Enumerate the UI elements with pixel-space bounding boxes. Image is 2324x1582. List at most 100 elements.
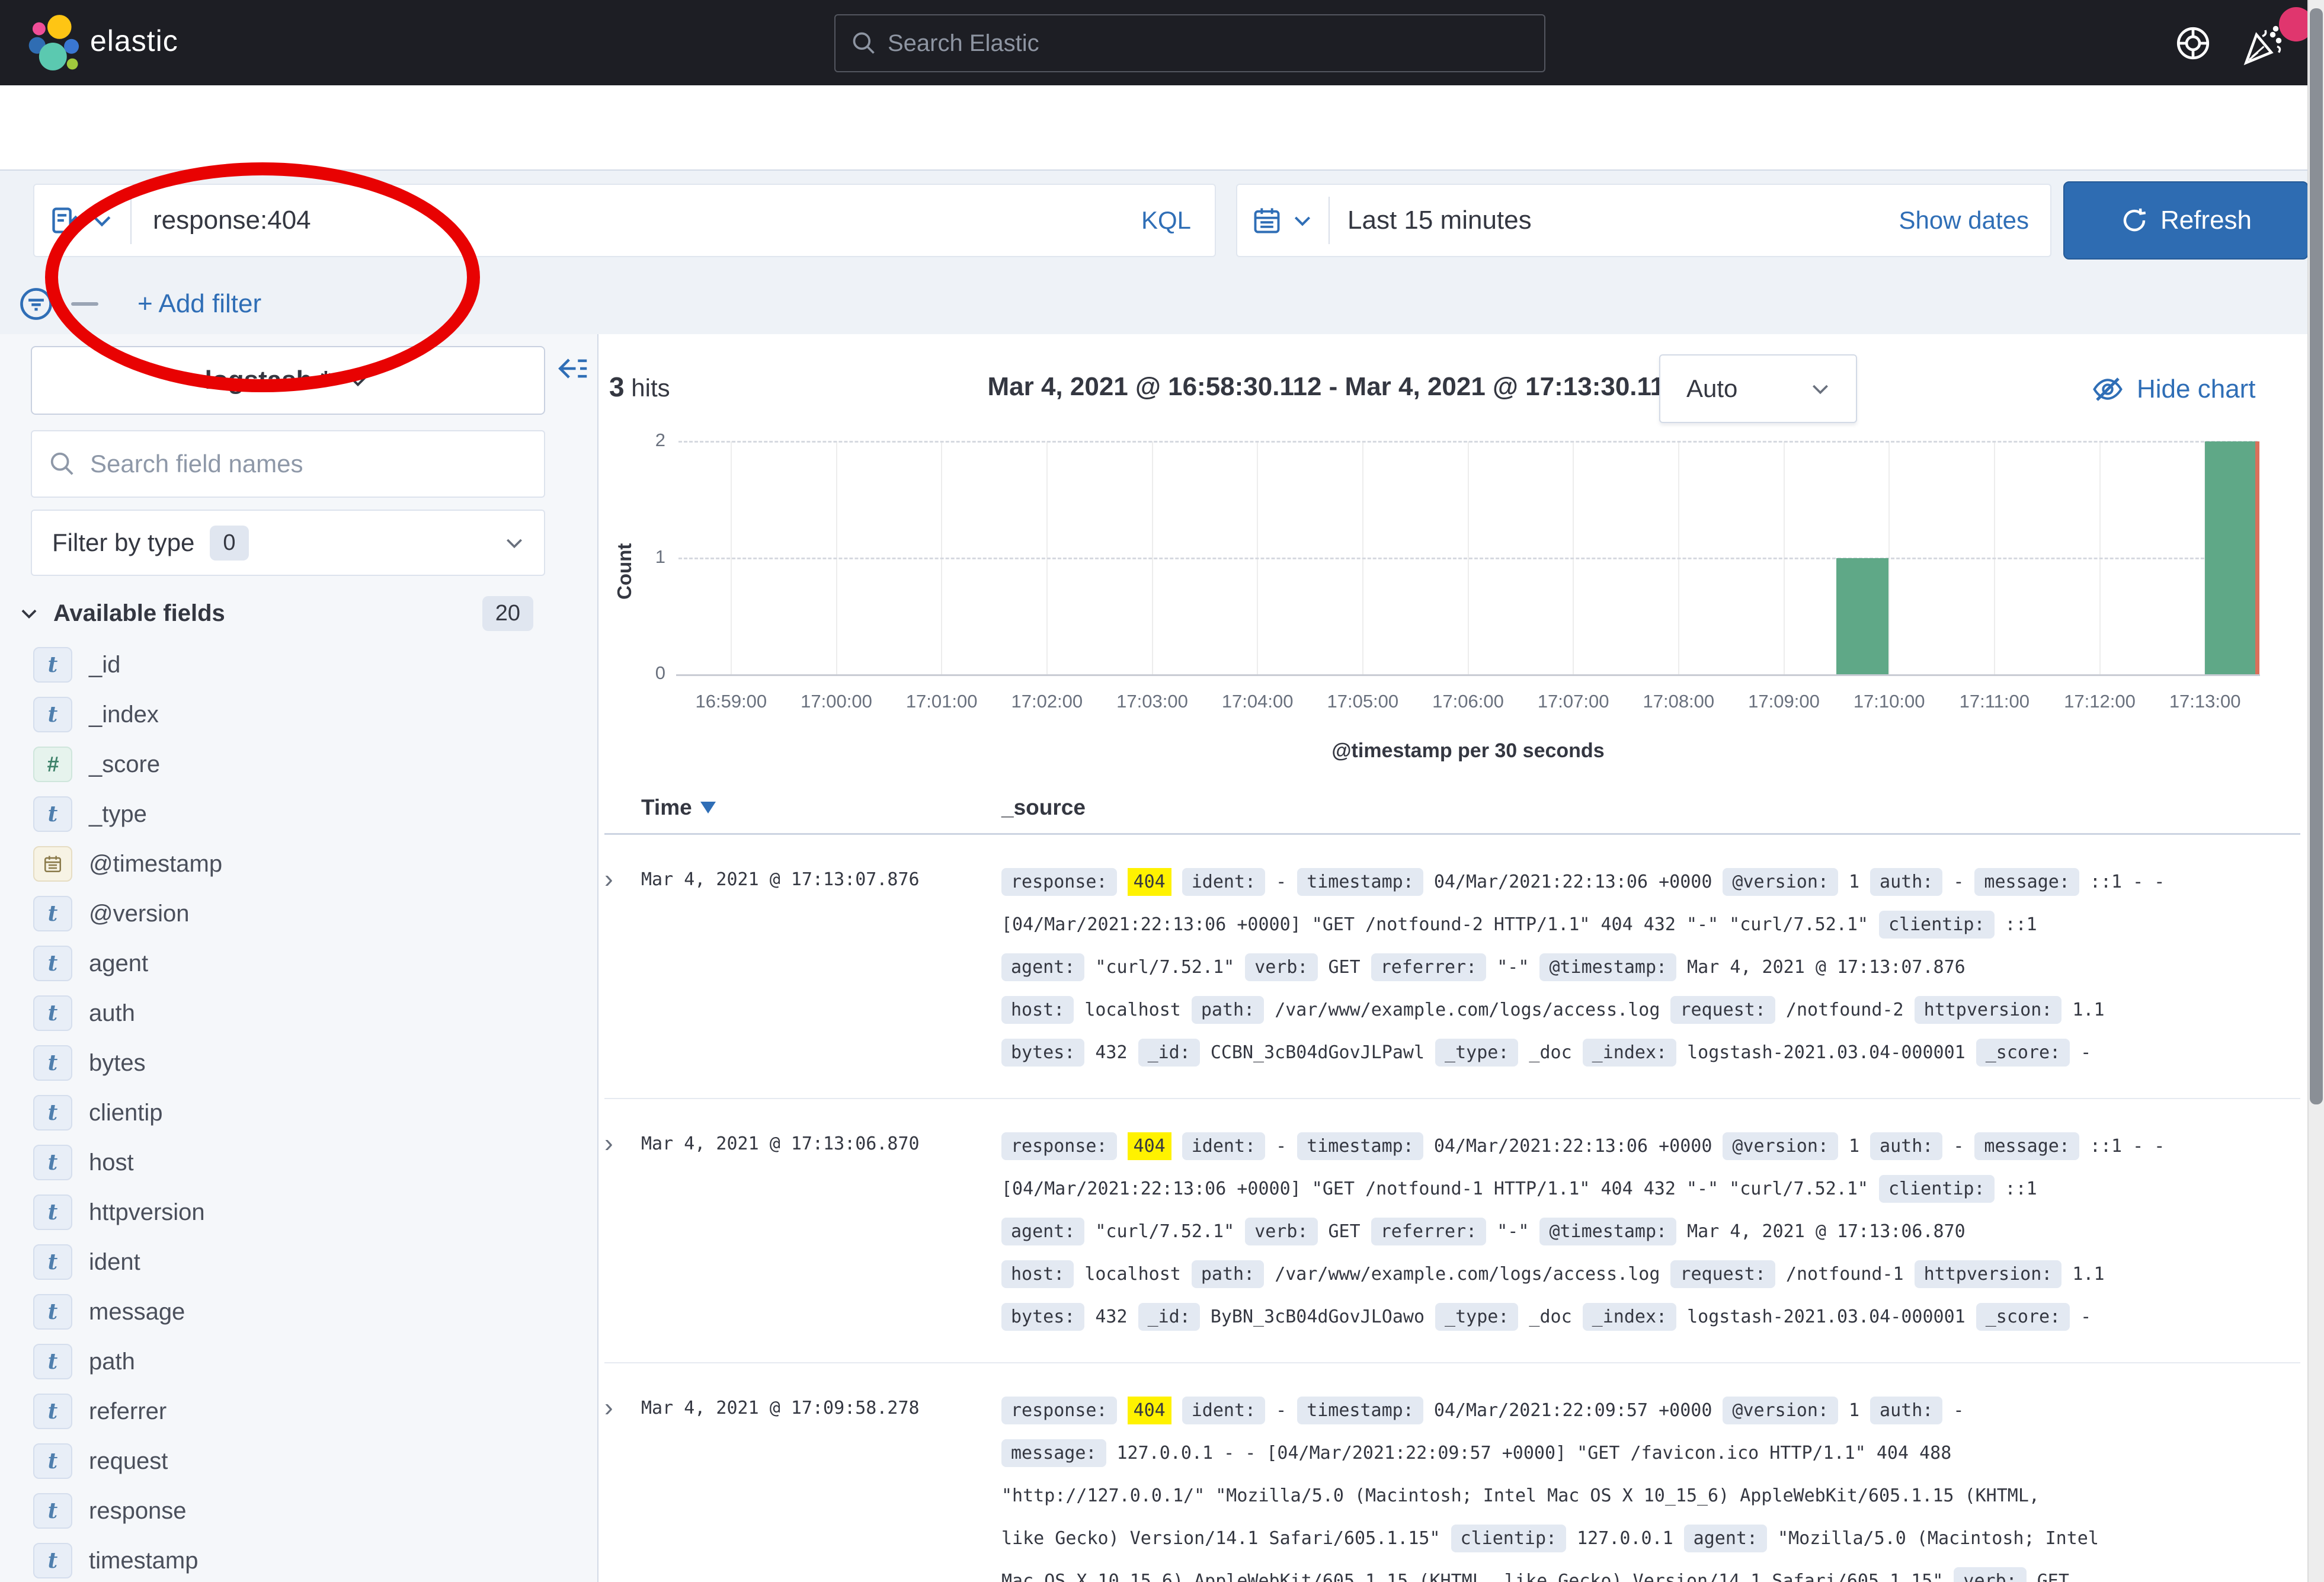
string-type-icon: t	[33, 995, 72, 1031]
field-label: request	[89, 1448, 168, 1475]
page-scrollbar-thumb[interactable]	[2310, 8, 2323, 1104]
field-item-_index[interactable]: t_index	[0, 690, 597, 739]
available-fields-count-badge: 20	[482, 596, 533, 631]
expand-row-icon[interactable]: ›	[604, 861, 641, 1074]
field-name-badge: _index:	[1583, 1303, 1676, 1331]
global-search-input[interactable]: Search Elastic	[834, 14, 1545, 72]
field-name-badge: @timestamp:	[1539, 953, 1676, 981]
field-search-input[interactable]: Search field names	[31, 430, 545, 498]
field-value: /var/www/example.com/logs/access.log	[1275, 1264, 1660, 1285]
field-value: 432	[1095, 1042, 1127, 1063]
field-item-request[interactable]: t request	[0, 1436, 597, 1486]
chevron-down-icon[interactable]	[89, 207, 115, 233]
field-search-placeholder: Search field names	[90, 450, 303, 478]
refresh-button[interactable]: Refresh	[2063, 181, 2309, 260]
field-name-badge: ident:	[1182, 1132, 1265, 1160]
index-pattern-name: logstash-*	[205, 366, 331, 395]
filter-settings-icon[interactable]	[18, 286, 55, 322]
field-name-badge: bytes:	[1001, 1303, 1084, 1331]
string-type-icon: t	[33, 1244, 72, 1280]
global-search-placeholder: Search Elastic	[888, 30, 1039, 57]
show-dates-button[interactable]: Show dates	[1899, 206, 2050, 235]
field-value: _doc	[1529, 1306, 1571, 1327]
field-item-ident[interactable]: tident	[0, 1237, 597, 1287]
field-value: /notfound-1	[1786, 1264, 1904, 1285]
hide-chart-button[interactable]: Hide chart	[2092, 373, 2256, 405]
field-item-@version[interactable]: t@version	[0, 889, 597, 939]
kql-language-button[interactable]: KQL	[1141, 206, 1215, 235]
source-column-header: _source	[1001, 795, 1086, 820]
highlighted-value: 404	[1128, 1397, 1171, 1424]
field-label: message	[89, 1299, 185, 1325]
saved-query-icon[interactable]	[50, 205, 81, 236]
field-name-badge: _type:	[1435, 1303, 1518, 1331]
filter-by-type-select[interactable]: Filter by type 0	[31, 510, 545, 576]
time-range-value[interactable]: Last 15 minutes	[1347, 206, 1899, 235]
field-value: 1	[1849, 1136, 1859, 1157]
elastic-logo-icon[interactable]	[26, 13, 85, 72]
field-item-_type[interactable]: t_type	[0, 789, 597, 839]
filter-row: + Add filter	[0, 277, 1126, 331]
field-name-badge: clientip:	[1879, 1175, 1995, 1203]
expand-row-icon[interactable]: ›	[604, 1389, 641, 1582]
field-name-badge: _index:	[1583, 1039, 1676, 1067]
row-source: response:404ident:-timestamp:04/Mar/2021…	[1001, 861, 2300, 1074]
field-item-bytes[interactable]: tbytes	[0, 1038, 597, 1088]
field-value: -	[1953, 1400, 1964, 1421]
field-label: httpversion	[89, 1199, 205, 1226]
field-value: 1.1	[2072, 1264, 2104, 1285]
sort-desc-icon[interactable]	[700, 802, 716, 814]
field-item-referrer[interactable]: treferrer	[0, 1386, 597, 1436]
field-item-path[interactable]: tpath	[0, 1337, 597, 1386]
field-name-badge: referrer:	[1371, 1218, 1487, 1245]
calendar-icon[interactable]	[1251, 205, 1282, 236]
expand-row-icon[interactable]: ›	[604, 1125, 641, 1338]
date-picker[interactable]: Last 15 minutes Show dates	[1236, 184, 2051, 257]
field-value: localhost	[1084, 1000, 1181, 1020]
field-name-badge: host:	[1001, 1260, 1074, 1288]
hits-count: 3 hits	[609, 371, 670, 403]
collapse-sidebar-icon[interactable]	[553, 351, 589, 386]
field-item-message[interactable]: tmessage	[0, 1287, 597, 1337]
input-divider	[1329, 197, 1330, 244]
field-item-timestamp[interactable]: ttimestamp	[0, 1536, 597, 1582]
field-item-@timestamp[interactable]: @timestamp	[0, 839, 597, 889]
time-column-header[interactable]: Time	[641, 795, 1001, 820]
field-item-clientip[interactable]: tclientip	[0, 1088, 597, 1138]
field-name-badge: timestamp:	[1297, 868, 1423, 896]
available-fields-header[interactable]: Available fields 20	[18, 593, 580, 634]
field-item-_id[interactable]: t_id	[0, 640, 597, 690]
field-value: ::1	[2005, 1179, 2037, 1199]
add-filter-button[interactable]: + Add filter	[137, 289, 261, 319]
eye-slash-icon	[2092, 373, 2124, 405]
index-pattern-selector[interactable]: logstash-*	[31, 346, 545, 415]
field-name-badge: verb:	[1954, 1567, 2026, 1582]
field-item-agent[interactable]: tagent	[0, 939, 597, 988]
field-value: "curl/7.52.1"	[1095, 1221, 1234, 1242]
field-name-badge: request:	[1670, 1260, 1775, 1288]
field-item-httpversion[interactable]: thttpversion	[0, 1187, 597, 1237]
string-type-icon: t	[33, 946, 72, 981]
field-name-badge: ident:	[1182, 868, 1265, 896]
input-divider	[130, 197, 132, 244]
help-icon[interactable]	[2173, 24, 2213, 63]
field-name-badge: host:	[1001, 996, 1074, 1024]
field-item-_score[interactable]: #_score	[0, 739, 597, 789]
string-type-icon: t	[33, 1443, 72, 1479]
interval-select[interactable]: Auto	[1659, 354, 1857, 423]
field-label: _index	[89, 702, 159, 728]
field-name-badge: agent:	[1001, 953, 1084, 981]
field-value: "Mozilla/5.0 (Macintosh; Intel	[1778, 1528, 2099, 1549]
field-item-host[interactable]: thost	[0, 1138, 597, 1187]
chevron-down-icon[interactable]	[1291, 209, 1314, 232]
query-text[interactable]: response:404	[153, 206, 1141, 235]
string-type-icon: t	[33, 1394, 72, 1429]
field-item-auth[interactable]: tauth	[0, 988, 597, 1038]
field-value: 1	[1849, 872, 1859, 892]
field-item-response[interactable]: tresponse	[0, 1486, 597, 1536]
field-value: -	[1953, 872, 1964, 892]
query-input[interactable]: response:404 KQL	[33, 184, 1216, 257]
field-name-badge: message:	[1001, 1439, 1106, 1467]
field-name-badge: _score:	[1976, 1039, 2070, 1067]
field-value: GET	[1329, 1221, 1361, 1242]
